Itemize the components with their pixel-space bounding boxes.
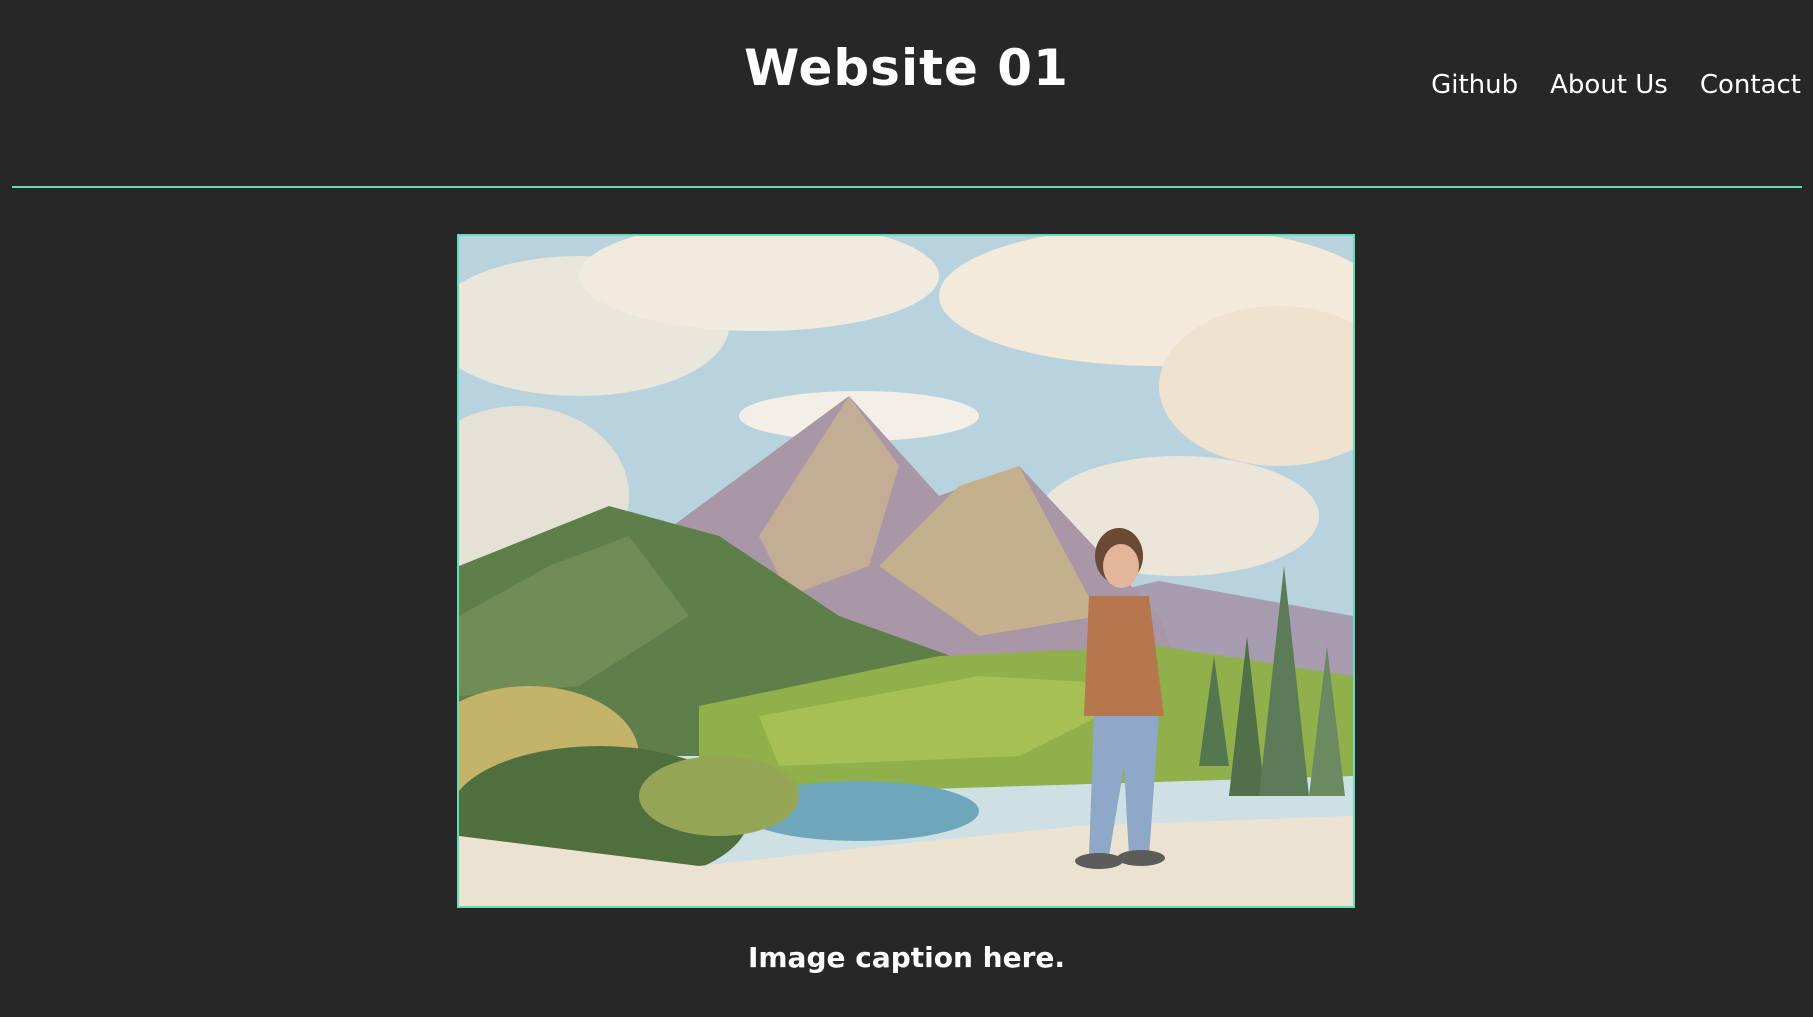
featured-image [457,234,1355,908]
header-divider [12,186,1802,188]
nav-link-about-us[interactable]: About Us [1550,68,1668,102]
top-nav: Github About Us Contact [1431,68,1801,102]
landscape-illustration [459,236,1353,906]
nav-link-contact[interactable]: Contact [1700,68,1801,102]
image-caption: Image caption here. [747,941,1066,974]
page: Website 01 Github About Us Contact Image… [0,0,1813,1017]
nav-link-github[interactable]: Github [1431,68,1518,102]
